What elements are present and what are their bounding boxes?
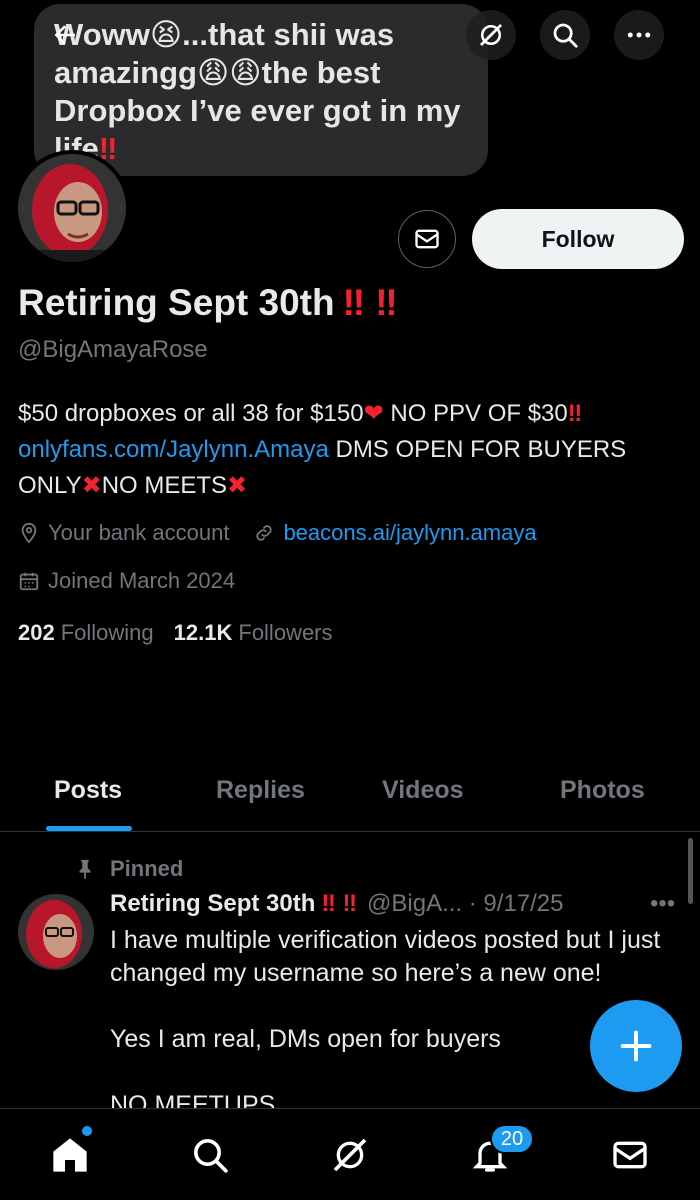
pinned-label: Pinned — [74, 856, 183, 882]
profile-tabs: Posts Replies Videos Photos — [0, 760, 700, 832]
post-avatar[interactable] — [18, 894, 94, 970]
grok-icon — [480, 24, 502, 46]
post-header: Retiring Sept 30th ‼ ‼ @BigA... · 9/17/25 — [110, 890, 564, 918]
grok-icon — [333, 1138, 367, 1172]
home-unread-dot — [82, 1126, 92, 1136]
calendar-icon — [19, 572, 39, 591]
scrollbar[interactable] — [688, 838, 693, 904]
tab-replies[interactable]: Replies — [216, 776, 305, 805]
banner-text-line: life‼ — [54, 131, 118, 166]
search-button[interactable] — [540, 10, 590, 60]
tab-videos[interactable]: Videos — [382, 776, 464, 805]
profile-joined: Joined March 2024 — [18, 568, 259, 594]
plus-icon — [620, 1030, 652, 1062]
bottom-navigation — [0, 1108, 700, 1200]
tab-photos[interactable]: Photos — [560, 776, 645, 805]
post-more-button[interactable]: ••• — [650, 890, 675, 918]
search-icon — [194, 1139, 228, 1173]
follow-button[interactable]: Follow — [472, 209, 684, 269]
home-icon — [53, 1138, 87, 1172]
profile-meta-row: Your bank account beacons.ai/jaylynn.ama… — [18, 520, 561, 546]
profile-handle: @BigAmayaRose — [18, 336, 208, 363]
bio-link[interactable]: onlyfans.com/Jaylynn.Amaya — [18, 436, 329, 463]
grok-button[interactable] — [466, 10, 516, 60]
banner-text-line: Dropbox I’ve ever got in my — [54, 93, 461, 128]
nav-home[interactable] — [46, 1131, 94, 1179]
notifications-badge: 20 — [490, 1124, 534, 1154]
banner-text-line: amazingg😩😩the best — [54, 55, 381, 90]
back-button[interactable] — [40, 10, 90, 60]
message-button[interactable] — [398, 210, 456, 268]
profile-location: Your bank account — [18, 520, 229, 546]
profile-website[interactable]: beacons.ai/jaylynn.amaya — [253, 520, 537, 546]
compose-post-button[interactable] — [590, 1000, 682, 1092]
tab-posts[interactable]: Posts — [54, 776, 122, 805]
following-link[interactable]: 202 Following — [18, 620, 154, 646]
post-paragraph: I have multiple verification videos post… — [110, 926, 661, 987]
active-tab-indicator — [46, 826, 132, 831]
banner-message-bubble: Woww😫...that shii was amazingg😩😩the best… — [34, 4, 488, 176]
nav-grok[interactable] — [326, 1131, 374, 1179]
pin-icon — [79, 859, 91, 880]
nav-search[interactable] — [186, 1131, 234, 1179]
banner-text-line: Woww😫...that shii was — [54, 17, 395, 52]
followers-link[interactable]: 12.1K Followers — [174, 620, 333, 646]
more-button[interactable] — [614, 10, 664, 60]
location-icon — [21, 522, 37, 544]
profile-display-name: Retiring Sept 30th ‼ ‼ — [18, 282, 398, 323]
link-icon — [256, 525, 273, 541]
profile-bio: $50 dropboxes or all 38 for $150❤ NO PPV… — [18, 400, 627, 499]
search-icon — [553, 23, 578, 48]
mail-icon — [415, 229, 439, 249]
post-author-name[interactable]: Retiring Sept 30th ‼ ‼ — [110, 890, 357, 918]
mail-icon — [613, 1141, 647, 1169]
profile-avatar[interactable] — [14, 150, 130, 266]
post-handle-date: @BigA... · 9/17/25 — [367, 890, 564, 917]
more-icon — [627, 32, 651, 38]
back-arrow-icon — [54, 25, 75, 45]
nav-messages[interactable] — [606, 1131, 654, 1179]
profile-stats: 202 Following 12.1K Followers — [18, 620, 353, 646]
